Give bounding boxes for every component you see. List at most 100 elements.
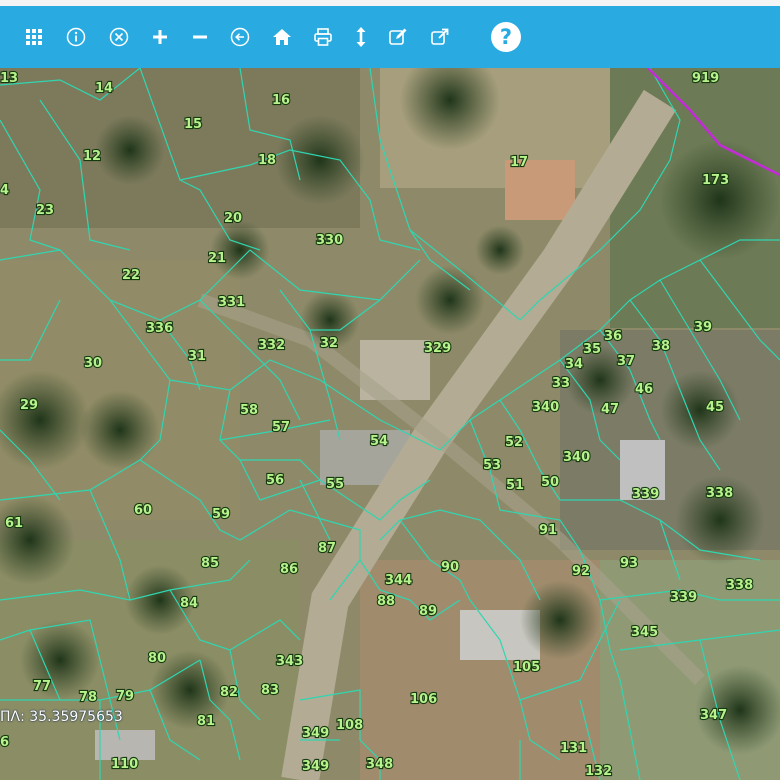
parcel-label[interactable]: 50 [540,474,560,491]
parcel-label[interactable]: 51 [505,477,525,494]
parcel-label[interactable]: 53 [482,457,502,474]
parcel-label[interactable]: 86 [279,561,299,578]
parcel-label[interactable]: 15 [183,116,203,133]
parcel-label[interactable]: 78 [78,689,98,706]
parcel-label[interactable]: 55 [325,476,345,493]
clear-button[interactable] [99,17,139,57]
open-external-button[interactable] [420,17,460,57]
parcel-label[interactable]: 30 [83,355,103,372]
aerial-imagery [0,68,780,780]
parcel-label[interactable]: 81 [196,713,216,730]
parcel-label[interactable]: 340 [531,399,560,416]
parcel-label[interactable]: 330 [315,232,344,249]
edit-button[interactable] [378,17,418,57]
parcel-label[interactable]: 31 [187,348,207,365]
parcel-label[interactable]: 16 [271,92,291,109]
parcel-label[interactable]: 329 [423,340,452,357]
parcel-label[interactable]: 89 [418,603,438,620]
parcel-label[interactable]: 345 [630,624,659,641]
back-button[interactable] [220,17,260,57]
parcel-label[interactable]: 22 [121,267,141,284]
parcel-label[interactable]: 338 [705,485,734,502]
parcel-label[interactable]: 47 [600,401,620,418]
parcel-label[interactable]: 132 [584,763,613,780]
parcel-label[interactable]: 343 [275,653,304,670]
parcel-label[interactable]: 110 [110,756,139,773]
parcel-label[interactable]: 46 [634,381,654,398]
parcel-label[interactable]: 347 [699,707,728,724]
map-view[interactable]: 13 14 16 15 12 18 17 919 173 4 23 20 330… [0,68,780,780]
parcel-label[interactable]: 919 [691,70,720,87]
parcel-label[interactable]: 105 [512,659,541,676]
parcel-label[interactable]: 332 [257,337,286,354]
parcel-label[interactable]: 20 [223,210,243,227]
parcel-label[interactable]: 349 [301,725,330,742]
parcel-label[interactable]: 336 [145,320,174,337]
parcel-label[interactable]: 93 [619,555,639,572]
parcel-label[interactable]: 18 [257,152,277,169]
parcel-label[interactable]: 6 [0,734,10,751]
parcel-label[interactable]: 37 [616,353,636,370]
minus-icon [193,35,207,39]
parcel-label[interactable]: 54 [369,433,389,450]
parcel-label[interactable]: 13 [0,70,19,87]
parcel-label[interactable]: 4 [0,182,10,199]
parcel-label[interactable]: 17 [509,154,529,171]
parcel-label[interactable]: 82 [219,684,239,701]
parcel-label[interactable]: 52 [504,434,524,451]
grid-menu-button[interactable] [14,17,54,57]
parcel-label[interactable]: 108 [335,717,364,734]
parcel-label[interactable]: 349 [301,758,330,775]
parcel-label[interactable]: 84 [179,595,199,612]
parcel-label[interactable]: 91 [538,522,558,539]
parcel-label[interactable]: 56 [265,472,285,489]
parcel-label[interactable]: 131 [559,740,588,757]
print-button[interactable] [303,17,343,57]
help-button[interactable]: ? [486,17,526,57]
parcel-label[interactable]: 57 [271,419,291,436]
info-button[interactable] [56,17,96,57]
parcel-label[interactable]: 90 [440,559,460,576]
parcel-label[interactable]: 45 [705,399,725,416]
parcel-label[interactable]: 59 [211,506,231,523]
parcel-label[interactable]: 23 [35,202,55,219]
parcel-label[interactable]: 338 [725,577,754,594]
parcel-label[interactable]: 173 [701,172,730,189]
parcel-label[interactable]: 92 [571,563,591,580]
parcel-label[interactable]: 33 [551,375,571,392]
parcel-label[interactable]: 339 [669,589,698,606]
parcel-label[interactable]: 83 [260,682,280,699]
parcel-label[interactable]: 36 [603,328,623,345]
zoom-out-button[interactable] [180,17,220,57]
parcel-label[interactable]: 61 [4,515,24,532]
parcel-label[interactable]: 348 [365,756,394,773]
parcel-label[interactable]: 12 [82,148,102,165]
parcel-label[interactable]: 79 [115,688,135,705]
parcel-label[interactable]: 21 [207,250,227,267]
measure-button[interactable] [341,17,381,57]
parcel-label[interactable]: 85 [200,555,220,572]
home-button[interactable] [262,17,302,57]
parcel-label[interactable]: 344 [384,572,413,589]
parcel-label[interactable]: 77 [32,678,52,695]
parcel-label[interactable]: 32 [319,335,339,352]
parcel-label[interactable]: 35 [582,341,602,358]
parcel-label[interactable]: 60 [133,502,153,519]
parcel-label[interactable]: 340 [562,449,591,466]
map-canvas[interactable]: 13 14 16 15 12 18 17 919 173 4 23 20 330… [0,68,780,780]
parcel-label[interactable]: 88 [376,593,396,610]
parcel-label[interactable]: 34 [564,356,584,373]
svg-text:?: ? [500,25,512,49]
parcel-label[interactable]: 106 [409,691,438,708]
map-toolbar: ? [0,6,780,68]
parcel-label[interactable]: 87 [317,540,337,557]
zoom-in-button[interactable] [140,17,180,57]
parcel-label[interactable]: 29 [19,397,39,414]
parcel-label[interactable]: 331 [217,294,246,311]
parcel-label[interactable]: 14 [94,80,114,97]
parcel-label[interactable]: 38 [651,338,671,355]
parcel-label[interactable]: 39 [693,319,713,336]
parcel-label[interactable]: 80 [147,650,167,667]
parcel-label[interactable]: 339 [631,486,660,503]
parcel-label[interactable]: 58 [239,402,259,419]
